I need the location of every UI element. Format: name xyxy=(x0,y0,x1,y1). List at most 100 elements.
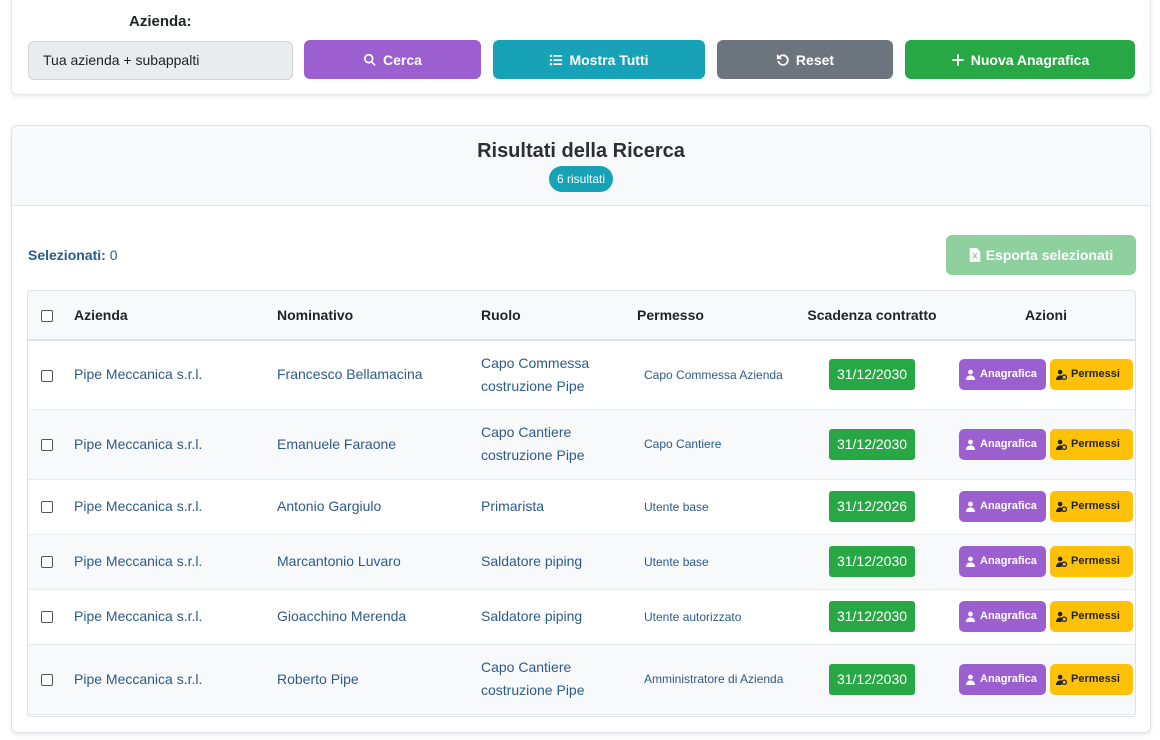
list-icon xyxy=(550,54,563,65)
selected-label: Selezionati: xyxy=(28,247,106,263)
permissions-button-label: Permessi xyxy=(1071,555,1120,567)
show-all-button[interactable]: Mostra Tutti xyxy=(493,40,705,79)
row-checkbox[interactable] xyxy=(41,673,53,686)
cell-nominativo: Roberto Pipe xyxy=(277,670,359,687)
company-filter-label: Azienda: xyxy=(129,13,192,30)
selected-count: 0 xyxy=(109,247,118,263)
profile-button[interactable]: Anagrafica xyxy=(959,546,1046,577)
cell-azienda: Pipe Meccanica s.r.l. xyxy=(74,498,203,514)
table-row: Pipe Meccanica s.r.l. Marcantonio Luvaro… xyxy=(28,534,1135,589)
permissions-button[interactable]: Permessi xyxy=(1050,491,1133,522)
cell-ruolo: Capo Commessa costruzione Pipe xyxy=(481,354,590,394)
row-checkbox[interactable] xyxy=(41,501,53,514)
results-count-badge: 6 risultati xyxy=(548,166,614,192)
cell-nominativo: Francesco Bellamacina xyxy=(277,366,423,383)
row-actions: Anagrafica Permessi xyxy=(959,546,1133,577)
column-header-permesso[interactable]: Permesso xyxy=(637,291,787,340)
row-checkbox[interactable] xyxy=(41,611,53,624)
user-icon xyxy=(965,369,976,381)
cell-nominativo: Emanuele Faraone xyxy=(277,435,397,452)
profile-button[interactable]: Anagrafica xyxy=(959,359,1046,391)
cell-permesso: Utente autorizzato xyxy=(644,609,742,624)
cell-azienda: Pipe Meccanica s.r.l. xyxy=(74,366,203,383)
cell-ruolo: Capo Cantiere costruzione Pipe xyxy=(481,659,585,698)
permissions-button[interactable]: Permessi xyxy=(1050,601,1133,632)
user-icon xyxy=(965,674,976,685)
cell-permesso: Utente base xyxy=(644,554,709,569)
results-header: Risultati della Ricerca 6 risultati xyxy=(12,126,1150,206)
permissions-button-label: Permessi xyxy=(1071,672,1120,685)
cell-nominativo: Gioacchino Merenda xyxy=(277,608,407,624)
contract-expiry-badge: 31/12/2030 xyxy=(828,428,916,460)
search-icon xyxy=(364,53,376,66)
column-header-scadenza[interactable]: Scadenza contratto xyxy=(787,291,957,340)
profile-button[interactable]: Anagrafica xyxy=(959,663,1046,695)
show-all-button-label: Mostra Tutti xyxy=(569,51,649,68)
cell-ruolo: Capo Cantiere costruzione Pipe xyxy=(481,424,585,463)
row-actions: Anagrafica Permessi xyxy=(959,663,1133,695)
contract-expiry-badge: 31/12/2026 xyxy=(828,491,916,522)
permissions-button[interactable]: Permessi xyxy=(1050,428,1133,460)
user-cog-icon xyxy=(1056,556,1067,567)
profile-button-label: Anagrafica xyxy=(980,555,1037,567)
row-checkbox[interactable] xyxy=(41,438,53,451)
undo-icon xyxy=(776,53,789,66)
cell-permesso: Capo Cantiere xyxy=(644,437,722,451)
row-checkbox[interactable] xyxy=(41,369,53,382)
profile-button[interactable]: Anagrafica xyxy=(959,428,1046,460)
cell-azienda: Pipe Meccanica s.r.l. xyxy=(74,608,203,624)
row-actions: Anagrafica Permessi xyxy=(959,359,1133,391)
row-checkbox[interactable] xyxy=(41,556,53,569)
company-select[interactable]: Tua azienda + subappalti xyxy=(28,41,293,80)
permissions-button-label: Permessi xyxy=(1071,610,1120,622)
results-table-wrapper: Azienda Nominativo Ruolo Permesso Scaden… xyxy=(27,290,1136,717)
export-selected-button[interactable]: Esporta selezionati xyxy=(946,235,1136,275)
permissions-button[interactable]: Permessi xyxy=(1050,359,1133,391)
profile-button[interactable]: Anagrafica xyxy=(959,601,1046,632)
permissions-button[interactable]: Permessi xyxy=(1050,663,1133,695)
profile-button-label: Anagrafica xyxy=(980,672,1037,685)
search-button[interactable]: Cerca xyxy=(304,40,481,79)
table-header-row: Azienda Nominativo Ruolo Permesso Scaden… xyxy=(28,291,1135,340)
select-all-checkbox[interactable] xyxy=(41,310,53,323)
cell-permesso: Capo Commessa Azienda xyxy=(644,367,783,382)
table-row: Pipe Meccanica s.r.l. Francesco Bellamac… xyxy=(28,340,1135,409)
user-icon xyxy=(965,611,976,622)
cell-nominativo: Antonio Gargiulo xyxy=(277,498,382,514)
user-cog-icon xyxy=(1056,611,1067,622)
results-card: Risultati della Ricerca 6 risultati Sele… xyxy=(11,125,1151,733)
cell-azienda: Pipe Meccanica s.r.l. xyxy=(74,553,203,569)
reset-button-label: Reset xyxy=(795,51,835,68)
reset-button[interactable]: Reset xyxy=(717,40,893,79)
selected-counter: Selezionati: 0 xyxy=(28,247,117,263)
contract-expiry-badge: 31/12/2030 xyxy=(828,359,916,391)
file-excel-icon xyxy=(969,248,980,262)
cell-nominativo: Marcantonio Luvaro xyxy=(277,553,401,569)
new-profile-button[interactable]: Nuova Anagrafica xyxy=(905,40,1135,79)
profile-button[interactable]: Anagrafica xyxy=(959,491,1046,522)
user-cog-icon xyxy=(1056,439,1067,450)
user-icon xyxy=(965,439,976,450)
permissions-button-label: Permessi xyxy=(1071,500,1120,512)
cell-permesso: Amministratore di Azienda xyxy=(644,672,784,686)
column-header-ruolo[interactable]: Ruolo xyxy=(481,291,637,340)
table-row: Pipe Meccanica s.r.l. Emanuele Faraone C… xyxy=(28,409,1135,479)
user-cog-icon xyxy=(1056,501,1067,512)
column-header-azioni: Azioni xyxy=(1025,307,1067,323)
contract-expiry-badge: 31/12/2030 xyxy=(828,601,916,632)
column-header-nominativo[interactable]: Nominativo xyxy=(277,291,481,340)
user-cog-icon xyxy=(1056,674,1067,685)
contract-expiry-badge: 31/12/2030 xyxy=(828,663,916,695)
results-title: Risultati della Ricerca xyxy=(477,140,685,162)
profile-button-label: Anagrafica xyxy=(980,500,1037,512)
table-row: Pipe Meccanica s.r.l. Roberto Pipe Capo … xyxy=(28,644,1135,714)
user-icon xyxy=(965,556,976,567)
column-header-azienda[interactable]: Azienda xyxy=(74,291,277,340)
cell-azienda: Pipe Meccanica s.r.l. xyxy=(74,435,203,452)
cell-azienda: Pipe Meccanica s.r.l. xyxy=(74,670,203,687)
row-actions: Anagrafica Permessi xyxy=(959,491,1133,522)
cell-ruolo: Saldatore piping xyxy=(481,608,583,624)
permissions-button[interactable]: Permessi xyxy=(1050,546,1133,577)
permissions-button-label: Permessi xyxy=(1071,437,1120,450)
profile-button-label: Anagrafica xyxy=(980,368,1037,381)
